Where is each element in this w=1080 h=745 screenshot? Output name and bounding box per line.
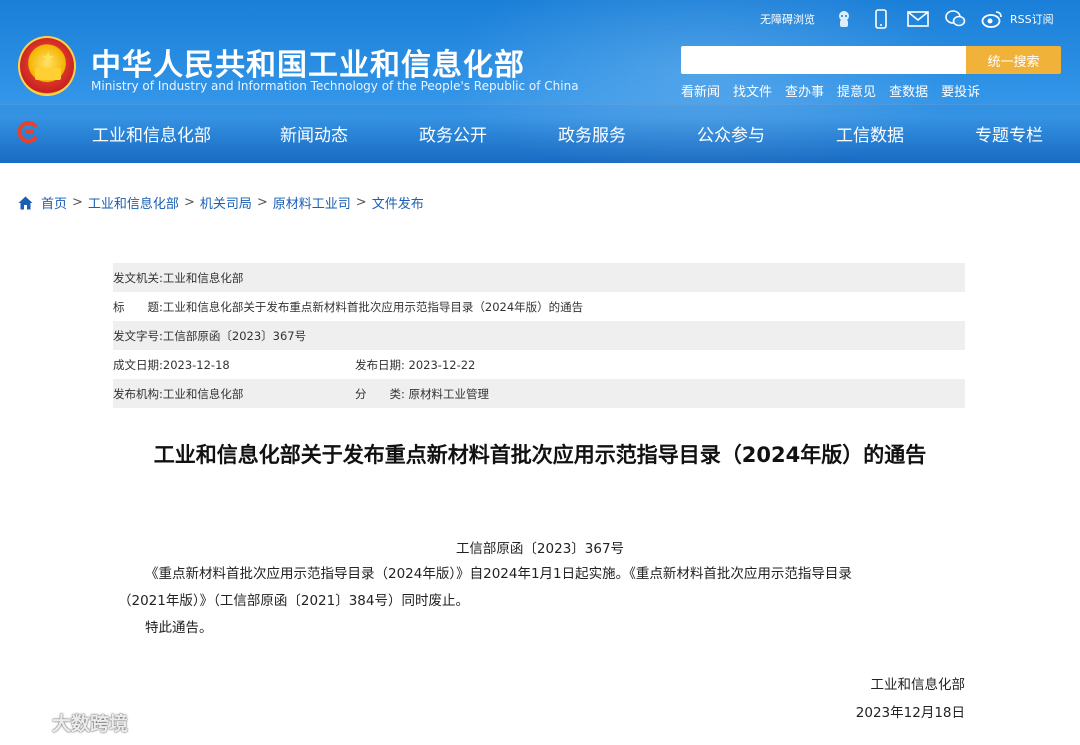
nav-item-ministry[interactable]: 工业和信息化部 <box>92 121 211 146</box>
breadcrumb-departments[interactable]: 机关司局 <box>200 193 252 212</box>
breadcrumb-ministry[interactable]: 工业和信息化部 <box>88 193 179 212</box>
doc-no-label: 发文字号: <box>113 328 163 343</box>
emblem-gate-icon <box>35 68 61 80</box>
mascot-icon[interactable] <box>833 9 855 29</box>
national-emblem-logo[interactable]: ★ <box>18 36 76 96</box>
meta-row-doc-no: 发文字号: 工信部原函〔2023〕367号 <box>113 321 965 350</box>
category-value: 原材料工业管理 <box>408 386 490 401</box>
wechat-icon[interactable] <box>944 9 966 29</box>
published-date-label: 发布日期: <box>355 357 405 372</box>
quick-link-files[interactable]: 找文件 <box>733 81 772 100</box>
site-header: ★ 中华人民共和国工业和信息化部 Ministry of Industry an… <box>0 0 1080 163</box>
meta-row-issuer: 发文机关: 工业和信息化部 <box>113 263 965 292</box>
nav-item-topics[interactable]: 专题专栏 <box>975 121 1043 146</box>
article-doc-number: 工信部原函〔2023〕367号 <box>455 541 625 557</box>
document-metadata: 发文机关: 工业和信息化部 标 题: 工业和信息化部关于发布重点新材料首批次应用… <box>113 263 965 408</box>
meta-row-dates: 成文日期: 2023-12-18 发布日期: 2023-12-22 <box>113 350 965 379</box>
nav-item-gov-affairs[interactable]: 政务公开 <box>419 121 487 146</box>
signature-org: 工业和信息化部 <box>870 677 966 693</box>
breadcrumb-separator: > <box>256 195 268 210</box>
search-input[interactable] <box>681 46 966 74</box>
nav-item-news[interactable]: 新闻动态 <box>280 121 348 146</box>
article-title: 工业和信息化部关于发布重点新材料首批次应用示范指导目录（2024年版）的通告 <box>153 443 927 467</box>
watermark-text: 大数跨境 <box>52 712 129 735</box>
created-date-label: 成文日期: <box>113 357 163 372</box>
agency-label: 发布机构: <box>113 386 163 401</box>
signature-date: 2023年12月18日 <box>855 705 965 721</box>
accessible-browse-link[interactable]: 无障碍浏览 <box>760 11 815 27</box>
nav-item-public[interactable]: 公众参与 <box>697 121 765 146</box>
breadcrumb-file-release[interactable]: 文件发布 <box>372 193 424 212</box>
breadcrumb-raw-materials[interactable]: 原材料工业司 <box>273 193 351 212</box>
issuer-label: 发文机关: <box>113 270 163 285</box>
nav-item-data[interactable]: 工信数据 <box>836 121 904 146</box>
quick-link-news[interactable]: 看新闻 <box>681 81 720 100</box>
meta-row-agency: 发布机构: 工业和信息化部 分 类: 原材料工业管理 <box>113 379 965 408</box>
breadcrumb-separator: > <box>355 195 367 210</box>
watermark: 大数跨境 <box>8 708 128 736</box>
rss-subscribe-link[interactable]: RSS订阅 <box>1010 11 1054 27</box>
category-group: 分 类: 原材料工业管理 <box>355 386 489 402</box>
article-paragraph-line2: （2021年版）》（工信部原函〔2021〕384号）同时废止。 <box>118 593 469 609</box>
mobile-icon[interactable] <box>870 9 892 29</box>
site-title-english: Ministry of Industry and Information Tec… <box>91 79 579 93</box>
article-paragraph-line1: 《重点新材料首批次应用示范指导目录（2024年版）》自2024年1月1日起实施。… <box>145 566 852 582</box>
emblem-star-icon: ★ <box>41 48 56 67</box>
quick-link-services[interactable]: 查办事 <box>785 81 824 100</box>
main-nav: 工业和信息化部 新闻动态 政务公开 政务服务 公众参与 工信数据 专题专栏 <box>0 104 1080 163</box>
title-label: 标 题: <box>113 299 163 314</box>
quick-links: 看新闻 找文件 查办事 提意见 查数据 要投诉 <box>681 81 993 100</box>
category-label: 分 类: <box>355 386 405 401</box>
meta-row-title: 标 题: 工业和信息化部关于发布重点新材料首批次应用示范指导目录（2024年版）… <box>113 292 965 321</box>
breadcrumb-home[interactable]: 首页 <box>41 193 67 212</box>
published-date-value: 2023-12-22 <box>408 357 476 372</box>
title-value: 工业和信息化部关于发布重点新材料首批次应用示范指导目录（2024年版）的通告 <box>162 299 584 314</box>
miit-logo-icon[interactable] <box>16 120 40 144</box>
breadcrumb-separator: > <box>72 195 83 210</box>
breadcrumb: 首页 > 工业和信息化部 > 机关司局 > 原材料工业司 > 文件发布 <box>18 193 424 212</box>
published-date-group: 发布日期: 2023-12-22 <box>355 357 475 373</box>
issuer-value: 工业和信息化部 <box>162 270 244 285</box>
breadcrumb-separator: > <box>183 195 195 210</box>
quick-link-feedback[interactable]: 提意见 <box>837 81 876 100</box>
article-closing: 特此通告。 <box>145 620 213 636</box>
unified-search-button[interactable]: 统一搜索 <box>966 46 1061 74</box>
weibo-icon[interactable] <box>981 9 1003 29</box>
quick-link-data[interactable]: 查数据 <box>889 81 928 100</box>
nav-items: 工业和信息化部 新闻动态 政务公开 政务服务 公众参与 工信数据 专题专栏 <box>92 121 1043 146</box>
top-toolbar: 无障碍浏览 RSS订阅 <box>760 8 1054 30</box>
quick-link-complaint[interactable]: 要投诉 <box>941 81 980 100</box>
agency-value: 工业和信息化部 <box>162 386 244 401</box>
watermark-logo-icon <box>8 708 48 736</box>
site-title[interactable]: 中华人民共和国工业和信息化部 <box>91 40 525 84</box>
mail-icon[interactable] <box>907 9 929 29</box>
nav-item-gov-services[interactable]: 政务服务 <box>558 121 626 146</box>
doc-no-value: 工信部原函〔2023〕367号 <box>162 328 307 343</box>
created-date-value: 2023-12-18 <box>162 357 230 372</box>
home-icon[interactable] <box>18 196 33 210</box>
